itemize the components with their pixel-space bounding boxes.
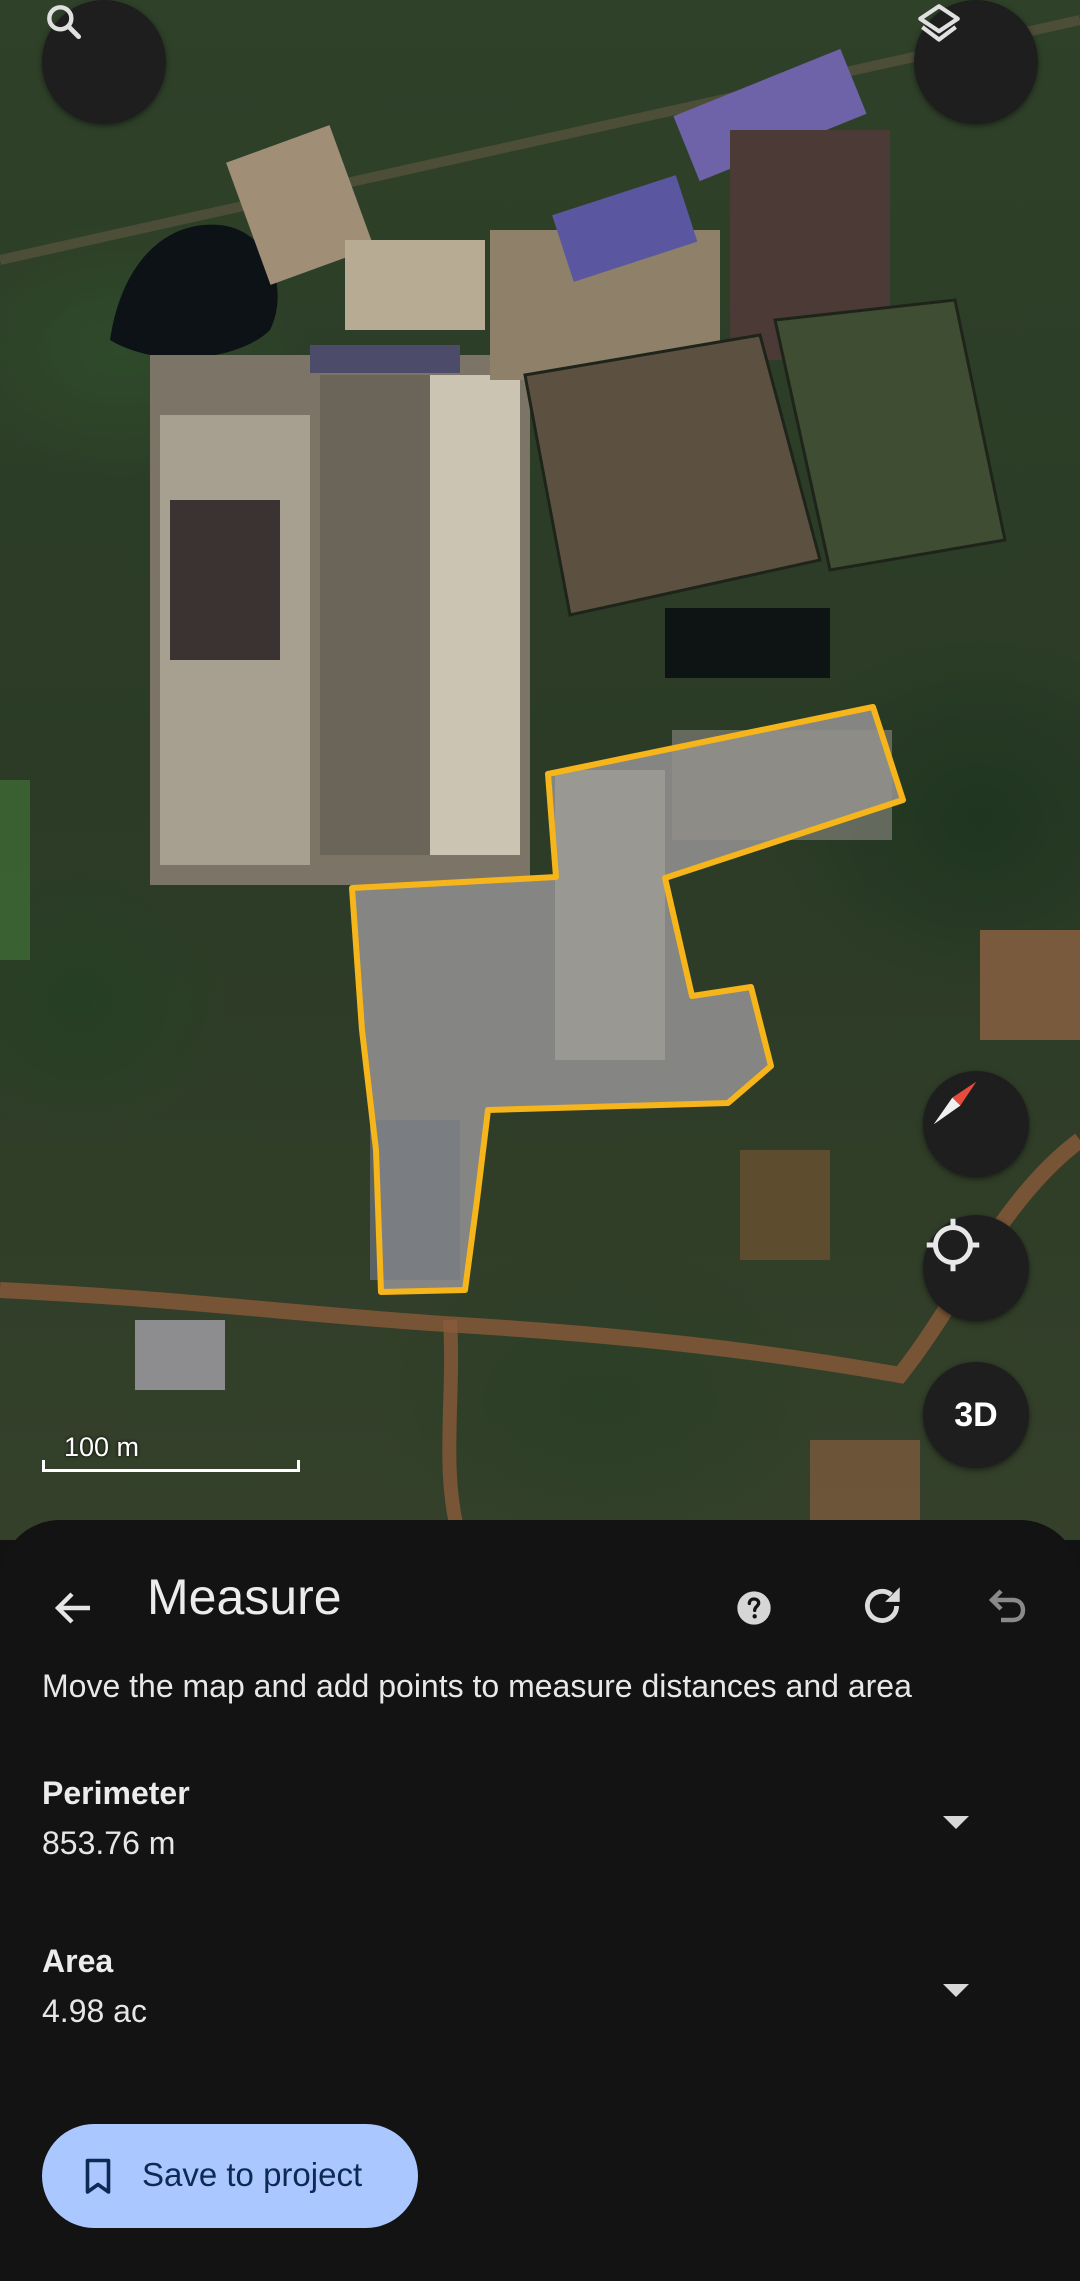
- refresh-icon: [865, 1587, 900, 1623]
- area-label: Area: [42, 1943, 114, 1979]
- perimeter-label: Perimeter: [42, 1775, 190, 1811]
- arrow-back-icon: [54, 1592, 90, 1624]
- instruction-text: Move the map and add points to measure d…: [42, 1668, 912, 1704]
- page-title: Measure: [147, 1569, 342, 1625]
- my-location-icon: [926, 1218, 980, 1272]
- 3d-toggle-button[interactable]: 3D: [923, 1362, 1029, 1468]
- compass-button[interactable]: [923, 1071, 1029, 1177]
- perimeter-row[interactable]: Perimeter 853.76 m: [0, 1775, 1080, 1885]
- perimeter-unit-dropdown[interactable]: [938, 1805, 974, 1841]
- undo-icon: [988, 1589, 1026, 1623]
- scale-bar: 100 m: [42, 1432, 302, 1472]
- back-button[interactable]: [38, 1572, 110, 1644]
- area-unit-dropdown[interactable]: [938, 1973, 974, 2009]
- perimeter-value: 853.76 m: [42, 1825, 176, 1861]
- satellite-imagery: [0, 15, 1080, 1540]
- bookmark-icon: [85, 2158, 111, 2194]
- scale-bar-label: 100 m: [64, 1432, 140, 1462]
- layers-icon: [918, 4, 960, 42]
- reset-button[interactable]: [850, 1570, 914, 1642]
- area-row[interactable]: Area 4.98 ac: [0, 1943, 1080, 2053]
- undo-button[interactable]: [975, 1570, 1039, 1642]
- save-to-project-label: Save to project: [142, 2156, 363, 2193]
- area-value: 4.98 ac: [42, 1993, 147, 2029]
- measure-bottom-sheet: Measure Move the map and add points to m…: [0, 1520, 1080, 2281]
- help-button[interactable]: [726, 1572, 782, 1644]
- search-icon: [47, 5, 82, 40]
- compass-icon: [933, 1081, 977, 1125]
- chevron-down-icon: [943, 1816, 969, 1829]
- my-location-button[interactable]: [923, 1215, 1029, 1321]
- scale-bar-line: [42, 1460, 300, 1472]
- sheet-header: Measure: [0, 1520, 1080, 1670]
- chevron-down-icon: [943, 1984, 969, 1997]
- search-button[interactable]: [42, 0, 166, 124]
- help-icon: [737, 1591, 771, 1625]
- layers-button[interactable]: [914, 0, 1038, 124]
- map-view[interactable]: 3D 100 m: [0, 0, 1080, 1540]
- save-to-project-button[interactable]: Save to project: [42, 2124, 418, 2228]
